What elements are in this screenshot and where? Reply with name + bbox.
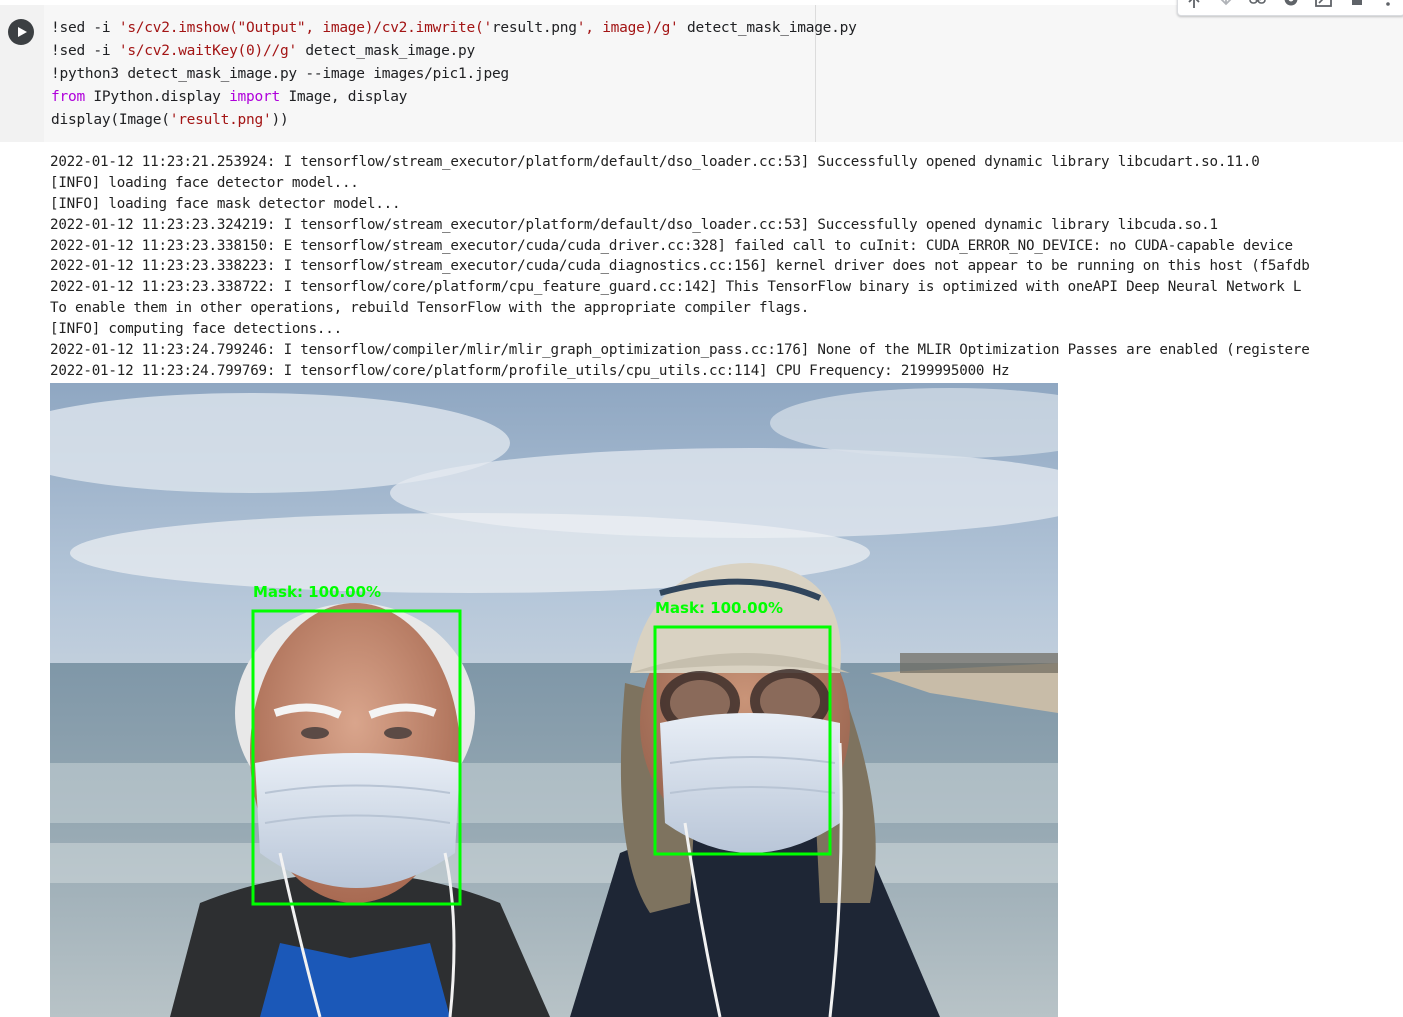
code-token: !sed -i [51,20,119,36]
code-line: display(Image('result.png')) [51,112,289,128]
code-string: 's/cv2.waitKey(0)//g' [118,43,297,59]
code-keyword: import [229,89,280,105]
link-icon[interactable] [1246,0,1270,14]
log-line: 2022-01-12 11:23:23.338150: E tensorflow… [50,237,1293,254]
code-string: 's/cv2.imshow("Output", image)/cv2.imwri… [118,20,492,36]
more-vert-icon[interactable] [1376,0,1400,14]
detection-label: Mask: 100.00% [253,583,382,601]
code-token: IPython.display [84,89,230,105]
log-line: 2022-01-12 11:23:23.338223: I tensorflow… [50,258,1310,275]
cell-toolbar [1177,0,1403,16]
log-line: 2022-01-12 11:23:23.338722: I tensorflow… [50,279,1302,296]
log-line: 2022-01-12 11:23:21.253924: I tensorflow… [50,154,1260,170]
code-line: from IPython.display import Image, displ… [51,89,407,105]
log-line: 2022-01-12 11:23:24.799769: I tensorflow… [50,362,1010,379]
mirror-cell-icon[interactable] [1312,0,1336,14]
delete-icon[interactable] [1345,0,1369,14]
code-token: detect_mask_image.py [296,43,475,59]
code-string: ', image)/g' [576,20,679,36]
result-photo [50,383,1058,1017]
code-line: !sed -i 's/cv2.imshow("Output", image)/c… [51,20,857,36]
arrow-up-icon[interactable] [1182,0,1206,14]
cell-gutter [0,5,44,142]
play-icon [18,27,27,37]
code-line: !sed -i 's/cv2.waitKey(0)//g' detect_mas… [51,43,475,59]
code-token: !python3 detect_mask_image.py --image im… [51,66,509,82]
code-keyword: from [51,89,85,105]
code-editor[interactable]: !sed -i 's/cv2.imshow("Output", image)/c… [44,5,1403,142]
arrow-down-icon[interactable] [1214,0,1238,14]
log-line: To enable them in other operations, rebu… [50,300,810,317]
code-cell[interactable]: !sed -i 's/cv2.imshow("Output", image)/c… [0,5,1403,142]
log-line: 2022-01-12 11:23:24.799246: I tensorflow… [50,342,1310,359]
code-token: detect_mask_image.py [678,20,857,36]
code-token: !sed -i [51,43,119,59]
code-token: result.png [491,20,577,36]
code-text[interactable]: !sed -i 's/cv2.imshow("Output", image)/c… [51,17,857,132]
code-token: display(Image( [51,112,170,128]
detection-label: Mask: 100.00% [655,599,784,617]
log-line: 2022-01-12 11:23:23.324219: I tensorflow… [50,216,1218,233]
code-token: Image, display [279,89,408,105]
code-line: !python3 detect_mask_image.py --image im… [51,66,509,82]
log-line: [INFO] computing face detections... [50,321,342,338]
code-string: 'result.png' [169,112,272,128]
log-line: [INFO] loading face mask detector model.… [50,195,401,212]
run-cell-button[interactable] [8,19,34,45]
settings-icon[interactable] [1279,0,1303,14]
result-image: Mask: 100.00% Mask: 100.00% [50,383,1058,1017]
cell-output: 2022-01-12 11:23:21.253924: I tensorflow… [50,152,1403,382]
code-token: )) [271,112,289,128]
log-line: [INFO] loading face detector model... [50,174,359,191]
